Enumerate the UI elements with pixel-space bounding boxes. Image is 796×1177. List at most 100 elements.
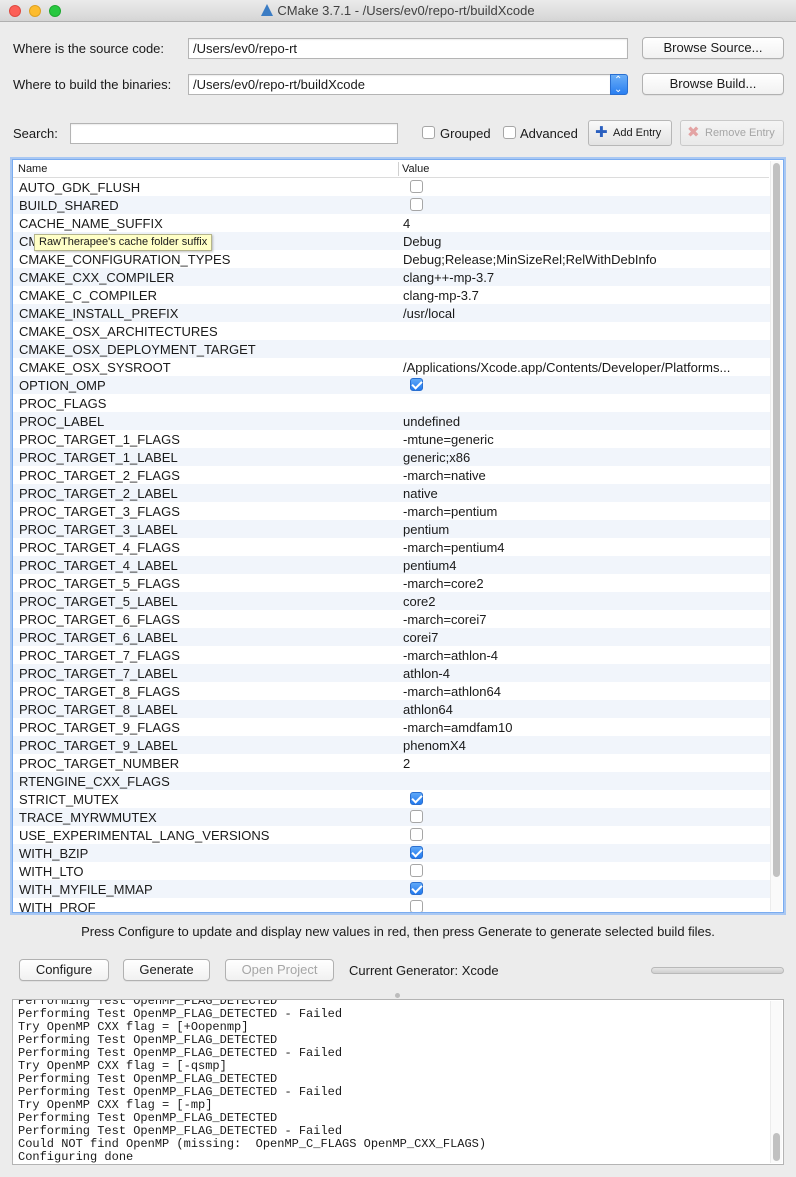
table-row[interactable]: PROC_TARGET_3_LABEL pentium <box>13 520 771 538</box>
log-scrollbar-thumb[interactable] <box>773 1133 780 1161</box>
entry-value-checkbox[interactable] <box>410 792 423 805</box>
table-row[interactable]: PROC_TARGET_5_FLAGS -march=core2 <box>13 574 771 592</box>
entry-value[interactable]: -march=native <box>403 468 765 483</box>
table-scrollbar[interactable] <box>770 161 782 911</box>
title-bar[interactable]: CMake 3.7.1 - /Users/ev0/repo-rt/buildXc… <box>0 0 796 22</box>
table-row[interactable]: PROC_TARGET_1_FLAGS -mtune=generic <box>13 430 771 448</box>
entry-value[interactable]: Debug <box>403 234 765 249</box>
browse-source-button[interactable]: Browse Source... <box>642 37 784 59</box>
add-entry-button[interactable]: ✚ Add Entry <box>588 120 672 146</box>
table-row[interactable]: PROC_TARGET_7_FLAGS -march=athlon-4 <box>13 646 771 664</box>
entry-value[interactable]: phenomX4 <box>403 738 765 753</box>
table-row[interactable]: WITH_MYFILE_MMAP <box>13 880 771 898</box>
configure-button[interactable]: Configure <box>19 959 109 981</box>
table-row[interactable]: CMAKE_OSX_SYSROOT/Applications/Xcode.app… <box>13 358 771 376</box>
table-row[interactable]: PROC_TARGET_NUMBER 2 <box>13 754 771 772</box>
output-log[interactable]: Performing Test OpenMP_FLAG_DETECTED Perf… <box>12 999 784 1165</box>
table-row[interactable]: PROC_TARGET_2_FLAGS -march=native <box>13 466 771 484</box>
entry-value[interactable]: /Applications/Xcode.app/Contents/Develop… <box>403 360 765 375</box>
entry-value-checkbox[interactable] <box>410 180 423 193</box>
table-row[interactable]: CMAKE_C_COMPILER clang-mp-3.7 <box>13 286 771 304</box>
column-header-name[interactable]: Name <box>18 163 47 175</box>
table-row[interactable]: WITH_LTO <box>13 862 771 880</box>
entry-value[interactable]: athlon-4 <box>403 666 765 681</box>
entry-value-checkbox[interactable] <box>410 846 423 859</box>
source-path-input[interactable] <box>188 38 628 59</box>
table-row[interactable]: PROC_TARGET_2_LABEL native <box>13 484 771 502</box>
search-input[interactable] <box>70 123 398 144</box>
entry-value[interactable]: pentium4 <box>403 558 765 573</box>
table-row[interactable]: PROC_TARGET_4_LABEL pentium4 <box>13 556 771 574</box>
table-scrollbar-thumb[interactable] <box>773 163 780 877</box>
table-row[interactable]: PROC_TARGET_4_FLAGS -march=pentium4 <box>13 538 771 556</box>
table-row[interactable]: WITH_BZIP <box>13 844 771 862</box>
column-header-value[interactable]: Value <box>402 163 429 175</box>
table-row[interactable]: BUILD_SHARED <box>13 196 771 214</box>
entry-value[interactable]: -march=pentium4 <box>403 540 765 555</box>
table-row[interactable]: PROC_TARGET_9_LABEL phenomX4 <box>13 736 771 754</box>
table-row[interactable]: PROC_TARGET_8_FLAGS -march=athlon64 <box>13 682 771 700</box>
table-row[interactable]: TRACE_MYRWMUTEX <box>13 808 771 826</box>
entry-value-checkbox[interactable] <box>410 864 423 877</box>
table-row[interactable]: PROC_LABEL undefined <box>13 412 771 430</box>
table-row[interactable]: CMAKE_OSX_ARCHITECTURES <box>13 322 771 340</box>
entry-value[interactable]: generic;x86 <box>403 450 765 465</box>
table-row[interactable]: PROC_TARGET_3_FLAGS -march=pentium <box>13 502 771 520</box>
entry-value[interactable]: clang-mp-3.7 <box>403 288 765 303</box>
grouped-checkbox[interactable] <box>422 126 435 139</box>
table-row[interactable]: RTENGINE_CXX_FLAGS <box>13 772 771 790</box>
remove-entry-button[interactable]: ✖ Remove Entry <box>680 120 784 146</box>
table-row[interactable]: STRICT_MUTEX <box>13 790 771 808</box>
entry-value[interactable]: clang++-mp-3.7 <box>403 270 765 285</box>
open-project-button[interactable]: Open Project <box>225 959 334 981</box>
advanced-checkbox[interactable] <box>503 126 516 139</box>
build-path-combo[interactable] <box>188 74 611 95</box>
entry-value[interactable]: -march=athlon-4 <box>403 648 765 663</box>
entry-value[interactable]: 2 <box>403 756 765 771</box>
table-row[interactable]: PROC_TARGET_9_FLAGS -march=amdfam10 <box>13 718 771 736</box>
entry-value[interactable]: -mtune=generic <box>403 432 765 447</box>
entry-value-checkbox[interactable] <box>410 828 423 841</box>
table-row[interactable]: CMAKE_CONFIGURATION_TYPES Debug;Release;M… <box>13 250 771 268</box>
entry-value-checkbox[interactable] <box>410 378 423 391</box>
entry-value[interactable]: undefined <box>403 414 765 429</box>
log-scrollbar[interactable] <box>770 1001 782 1163</box>
entry-value[interactable]: athlon64 <box>403 702 765 717</box>
table-row[interactable]: USE_EXPERIMENTAL_LANG_VERSIONS <box>13 826 771 844</box>
table-row[interactable]: PROC_TARGET_7_LABEL athlon-4 <box>13 664 771 682</box>
table-row[interactable]: PROC_TARGET_5_LABEL core2 <box>13 592 771 610</box>
table-row[interactable]: CACHE_NAME_SUFFIX 4 <box>13 214 771 232</box>
table-row[interactable]: AUTO_GDK_FLUSH <box>13 178 771 196</box>
entry-value[interactable]: corei7 <box>403 630 765 645</box>
table-row[interactable]: PROC_FLAGS <box>13 394 771 412</box>
entry-value[interactable]: native <box>403 486 765 501</box>
browse-build-button[interactable]: Browse Build... <box>642 73 784 95</box>
entry-value[interactable]: -march=amdfam10 <box>403 720 765 735</box>
entry-value[interactable]: core2 <box>403 594 765 609</box>
entry-value[interactable]: pentium <box>403 522 765 537</box>
entry-value-checkbox[interactable] <box>410 810 423 823</box>
entry-value[interactable]: -march=core2 <box>403 576 765 591</box>
entry-value[interactable]: -march=athlon64 <box>403 684 765 699</box>
entry-value[interactable]: -march=corei7 <box>403 612 765 627</box>
entry-value-checkbox[interactable] <box>410 198 423 211</box>
entry-value-checkbox[interactable] <box>410 900 423 912</box>
cache-table[interactable]: Name Value AUTO_GDK_FLUSH BUILD_SHARED CAC… <box>12 159 784 913</box>
entry-value[interactable]: -march=pentium <box>403 504 765 519</box>
table-row[interactable]: CMAKE_CXX_COMPILER clang++-mp-3.7 <box>13 268 771 286</box>
build-path-dropdown-button[interactable]: ⌃ ⌄ <box>610 74 628 95</box>
table-row[interactable]: PROC_TARGET_8_LABEL athlon64 <box>13 700 771 718</box>
table-row[interactable]: PROC_TARGET_6_FLAGS -march=corei7 <box>13 610 771 628</box>
entry-value-checkbox[interactable] <box>410 882 423 895</box>
table-row[interactable]: WITH_PROF <box>13 898 771 912</box>
table-row[interactable]: CMAKE_INSTALL_PREFIX/usr/local <box>13 304 771 322</box>
generate-button[interactable]: Generate <box>123 959 210 981</box>
table-row[interactable]: PROC_TARGET_6_LABEL corei7 <box>13 628 771 646</box>
table-row[interactable]: CMAKE_OSX_DEPLOYMENT_TARGET <box>13 340 771 358</box>
entry-value[interactable]: /usr/local <box>403 306 765 321</box>
entry-value[interactable]: 4 <box>403 216 765 231</box>
table-row[interactable]: OPTION_OMP <box>13 376 771 394</box>
entry-value[interactable]: Debug;Release;MinSizeRel;RelWithDebInfo <box>403 252 765 267</box>
table-row[interactable]: PROC_TARGET_1_LABEL generic;x86 <box>13 448 771 466</box>
splitter-handle[interactable] <box>395 993 400 998</box>
